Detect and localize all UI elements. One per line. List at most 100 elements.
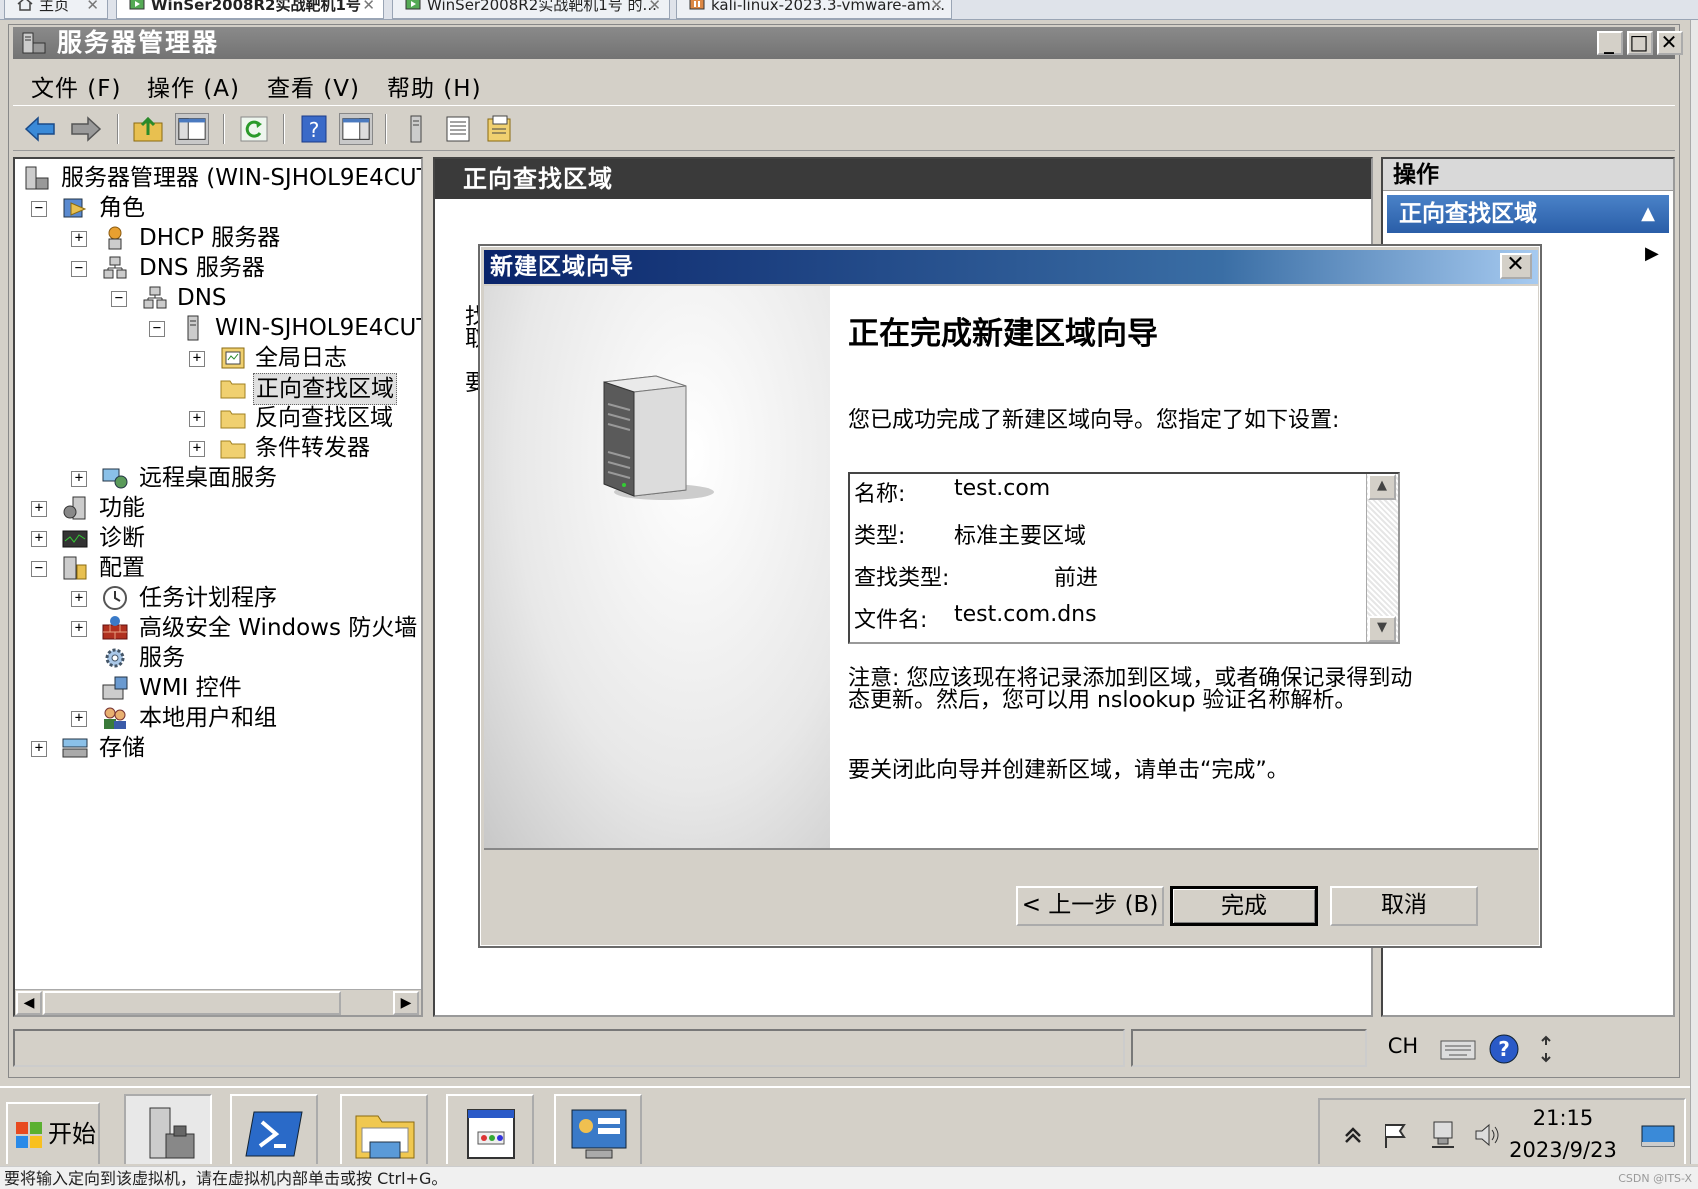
collapse-icon[interactable]: ▲ <box>1641 195 1655 233</box>
close-icon[interactable]: ✕ <box>648 0 661 16</box>
taskbar-command-window[interactable] <box>446 1094 534 1164</box>
host-tab-vm1-clone[interactable]: WinSer2008R2实战靶机1号 的... ✕ <box>392 0 670 19</box>
scroll-right-button[interactable]: ▶ <box>393 991 419 1015</box>
host-tab-kali[interactable]: kali-linux-2023.3-vmware-am... ✕ <box>676 0 952 19</box>
expand-toggle[interactable]: + <box>31 501 47 517</box>
expand-toggle[interactable]: + <box>71 711 87 727</box>
expand-toggle[interactable]: + <box>189 411 205 427</box>
show-hidden-icons-icon[interactable] <box>1338 1120 1368 1150</box>
close-icon[interactable]: ✕ <box>362 0 375 16</box>
maximize-button[interactable]: □ <box>1627 31 1653 55</box>
finish-button[interactable]: 完成 <box>1170 886 1318 926</box>
expand-toggle[interactable]: + <box>189 351 205 367</box>
action-center-flag-icon[interactable] <box>1380 1120 1410 1150</box>
minimize-button[interactable]: _ <box>1597 31 1623 55</box>
summary-value: 前进 <box>1054 566 1099 591</box>
settings-summary-box[interactable]: 名称: test.com 类型: 标准主要区域 查找类型: 前进 文件名: te… <box>848 472 1400 644</box>
tree-item-label: DNS <box>177 285 227 311</box>
keyboard-icon[interactable] <box>1439 1035 1477 1063</box>
menu-help[interactable]: 帮助 (H) <box>387 69 482 103</box>
wizard-note-text: 注意: 您应该现在将记录添加到区域，或者确保记录得到动态更新。然后，您可以用 n… <box>848 666 1413 713</box>
host-right-edge <box>1690 20 1698 1164</box>
svg-text:?: ? <box>1498 1037 1510 1061</box>
forward-arrow-icon[interactable] <box>69 113 103 145</box>
collapse-toggle[interactable]: − <box>31 561 47 577</box>
up-folder-icon[interactable] <box>131 113 165 145</box>
language-indicator[interactable]: CH <box>1375 1029 1431 1067</box>
host-tab-label: WinSer2008R2实战靶机1号 <box>151 0 361 14</box>
toolbar-separator <box>117 114 119 144</box>
cancel-button[interactable]: 取消 <box>1330 886 1478 926</box>
action-section-header[interactable]: 正向查找区域 ▲ <box>1387 195 1669 233</box>
menu-bar: 文件 (F) 操作 (A) 查看 (V) 帮助 (H) <box>13 63 1675 103</box>
tree-item-label: 本地用户和组 <box>139 705 277 731</box>
expand-toggle[interactable]: + <box>71 621 87 637</box>
help-icon[interactable]: ? <box>1487 1033 1521 1065</box>
back-button[interactable]: < 上一步 (B) <box>1016 886 1164 926</box>
collapse-toggle[interactable]: − <box>71 261 87 277</box>
back-arrow-icon[interactable] <box>23 113 57 145</box>
home-icon <box>17 0 33 11</box>
show-action-pane-icon[interactable] <box>339 113 373 145</box>
scroll-down-button[interactable]: ▼ <box>1368 616 1396 642</box>
window-titlebar[interactable]: 服务器管理器 _ □ ✕ <box>13 27 1683 59</box>
tree-item-label: DNS 服务器 <box>139 255 265 281</box>
close-button[interactable]: ✕ <box>1657 31 1683 55</box>
list-view-icon[interactable] <box>441 113 475 145</box>
firewall-icon <box>102 616 128 640</box>
menu-file[interactable]: 文件 (F) <box>31 69 122 103</box>
clock-date[interactable]: 2023/9/23 <box>1500 1138 1626 1162</box>
taskbar-explorer[interactable] <box>340 1094 428 1164</box>
clock-time[interactable]: 21:15 <box>1516 1106 1610 1130</box>
host-tab-home[interactable]: 主页 ✕ <box>4 0 108 19</box>
collapse-toggle[interactable]: − <box>111 291 127 307</box>
properties-icon[interactable] <box>483 113 517 145</box>
scroll-up-button[interactable]: ▲ <box>1368 474 1396 500</box>
expand-toggle[interactable]: + <box>71 591 87 607</box>
status-panel-secondary <box>1131 1029 1367 1067</box>
refresh-icon[interactable] <box>237 113 271 145</box>
new-zone-wizard-dialog: 新建区域向导 ✕ 正在完成新建区域向导 您已成功完成了新建区域向导。您指定了如下… <box>478 244 1542 948</box>
show-desktop-icon[interactable] <box>1640 1120 1676 1150</box>
collapse-toggle[interactable]: − <box>31 201 47 217</box>
server-icon[interactable] <box>399 113 433 145</box>
server-manager-icon <box>149 1107 195 1159</box>
expand-toggle[interactable]: + <box>71 231 87 247</box>
tree-item-label: 存储 <box>99 735 145 761</box>
expand-toggle[interactable]: + <box>189 441 205 457</box>
expand-toggle[interactable]: + <box>31 531 47 547</box>
windows-logo-icon <box>16 1122 42 1148</box>
close-icon[interactable]: ✕ <box>86 0 99 16</box>
wizard-side-panel <box>484 286 830 848</box>
expand-toggle[interactable]: + <box>71 471 87 487</box>
menu-view[interactable]: 查看 (V) <box>267 69 360 103</box>
summary-row-lookup-type: 查找类型: 前进 <box>854 560 1098 592</box>
svg-text:?: ? <box>309 118 320 142</box>
tree-item-label: 正向查找区域 <box>253 373 397 405</box>
menu-action[interactable]: 操作 (A) <box>147 69 240 103</box>
collapse-toggle[interactable]: − <box>149 321 165 337</box>
more-actions-icon[interactable]: ▶ <box>1645 243 1659 264</box>
taskbar-network-app[interactable] <box>554 1094 642 1164</box>
vm-screen[interactable]: 服务器管理器 _ □ ✕ 文件 (F) 操作 (A) 查看 (V) 帮助 (H)… <box>0 20 1690 1164</box>
show-hide-tree-icon[interactable] <box>175 113 209 145</box>
summary-row-name: 名称: test.com <box>854 476 1050 508</box>
taskbar-server-manager[interactable] <box>124 1094 212 1164</box>
help-icon[interactable]: ? <box>297 113 331 145</box>
console-tree: 服务器管理器 (WIN-SJHOL9E4CUT) − 角色 + DHCP 服务器… <box>13 157 423 1017</box>
host-tab-vm1[interactable]: WinSer2008R2实战靶机1号 ✕ <box>116 0 384 19</box>
expand-toggle[interactable]: + <box>31 741 47 757</box>
dialog-titlebar[interactable]: 新建区域向导 ✕ <box>484 250 1538 284</box>
close-icon[interactable]: ✕ <box>930 0 943 16</box>
dialog-close-button[interactable]: ✕ <box>1500 253 1532 279</box>
tree-horizontal-scrollbar[interactable]: ◀ ▶ <box>15 989 421 1015</box>
summary-vertical-scrollbar[interactable]: ▲ ▼ <box>1366 474 1398 642</box>
speaker-icon[interactable] <box>1472 1120 1502 1150</box>
summary-row-type: 类型: 标准主要区域 <box>854 518 1086 550</box>
network-icon[interactable] <box>1428 1120 1458 1150</box>
scroll-left-button[interactable]: ◀ <box>16 991 42 1015</box>
taskbar-powershell[interactable] <box>230 1094 318 1164</box>
scroll-thumb[interactable] <box>43 991 341 1015</box>
language-options-icon[interactable] <box>1535 1033 1557 1065</box>
start-button[interactable]: 开始 <box>6 1102 100 1164</box>
